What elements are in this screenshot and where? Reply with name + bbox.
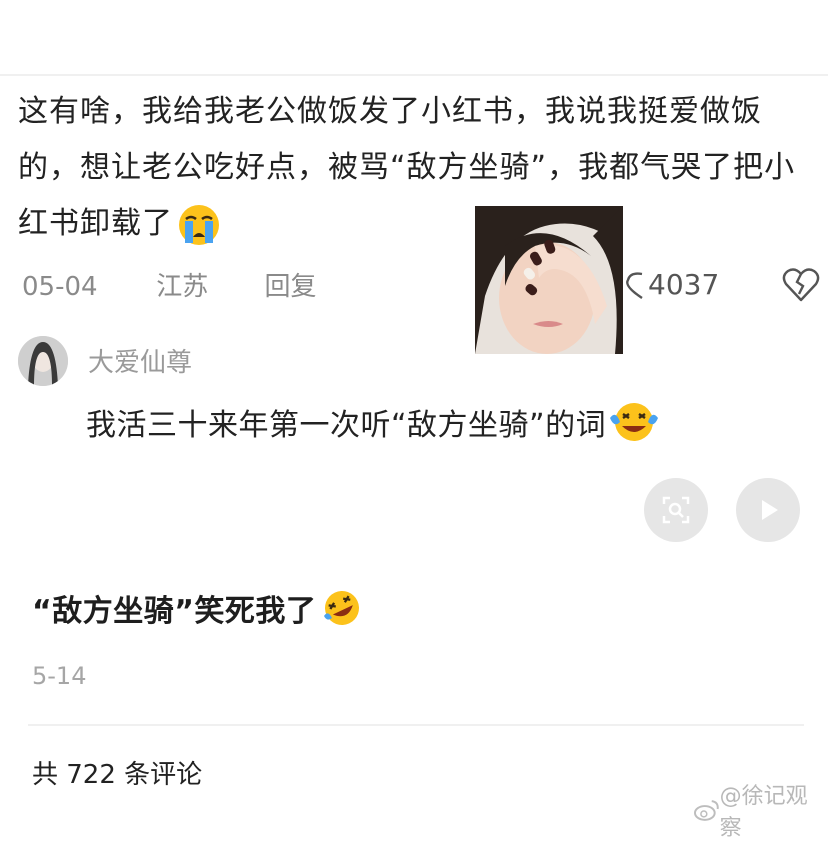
loudly-crying-emoji-icon xyxy=(179,204,219,245)
bottom-divider xyxy=(28,724,804,726)
comment-meta: 05-04 江苏 回复 xyxy=(22,266,317,303)
scan-search-icon xyxy=(662,496,690,524)
watermark-text: @徐记观察 xyxy=(719,784,808,841)
reply-text: 我活三十来年第一次听“敌方坐骑”的词 xyxy=(86,408,607,443)
comment-text: 这有啥，我给我老公做饭发了小红书，我说我挺爱做饭的，想让老公吃好点，被骂“敌方坐… xyxy=(18,94,796,241)
comment-body: 这有啥，我给我老公做饭发了小红书，我说我挺爱做饭的，想让老公吃好点，被骂“敌方坐… xyxy=(18,84,818,252)
post-caption: “敌方坐骑”笑死我了 xyxy=(32,586,362,630)
like-count: 4037 xyxy=(648,268,720,301)
play-icon xyxy=(762,500,778,520)
reply-button[interactable]: 回复 xyxy=(265,266,317,303)
comment-location: 江苏 xyxy=(156,272,209,302)
watermark: @徐记观察 xyxy=(694,778,828,842)
user-avatar-icon xyxy=(18,336,68,386)
avatar[interactable] xyxy=(18,336,68,386)
reply-body: 我活三十来年第一次听“敌方坐骑”的词 xyxy=(86,400,660,444)
crying-woman-photo-icon xyxy=(475,206,623,354)
crying-laughing-emoji-icon xyxy=(610,403,659,441)
play-button[interactable] xyxy=(736,478,800,542)
reply-username[interactable]: 大爱仙尊 xyxy=(88,342,192,379)
caption-text: “敌方坐骑”笑死我了 xyxy=(32,594,317,629)
top-divider xyxy=(0,74,828,76)
like-button[interactable]: 4037 xyxy=(622,268,719,301)
reaction-photo[interactable] xyxy=(475,206,623,354)
image-search-button[interactable] xyxy=(644,478,708,542)
broken-heart-icon[interactable] xyxy=(782,266,820,304)
post-date: 5-14 xyxy=(32,662,87,690)
comment-count[interactable]: 共 722 条评论 xyxy=(32,754,202,791)
rofl-emoji-icon xyxy=(324,591,360,625)
comment-date: 05-04 xyxy=(22,272,98,302)
heart-icon xyxy=(626,271,643,299)
weibo-logo-icon xyxy=(694,800,719,821)
